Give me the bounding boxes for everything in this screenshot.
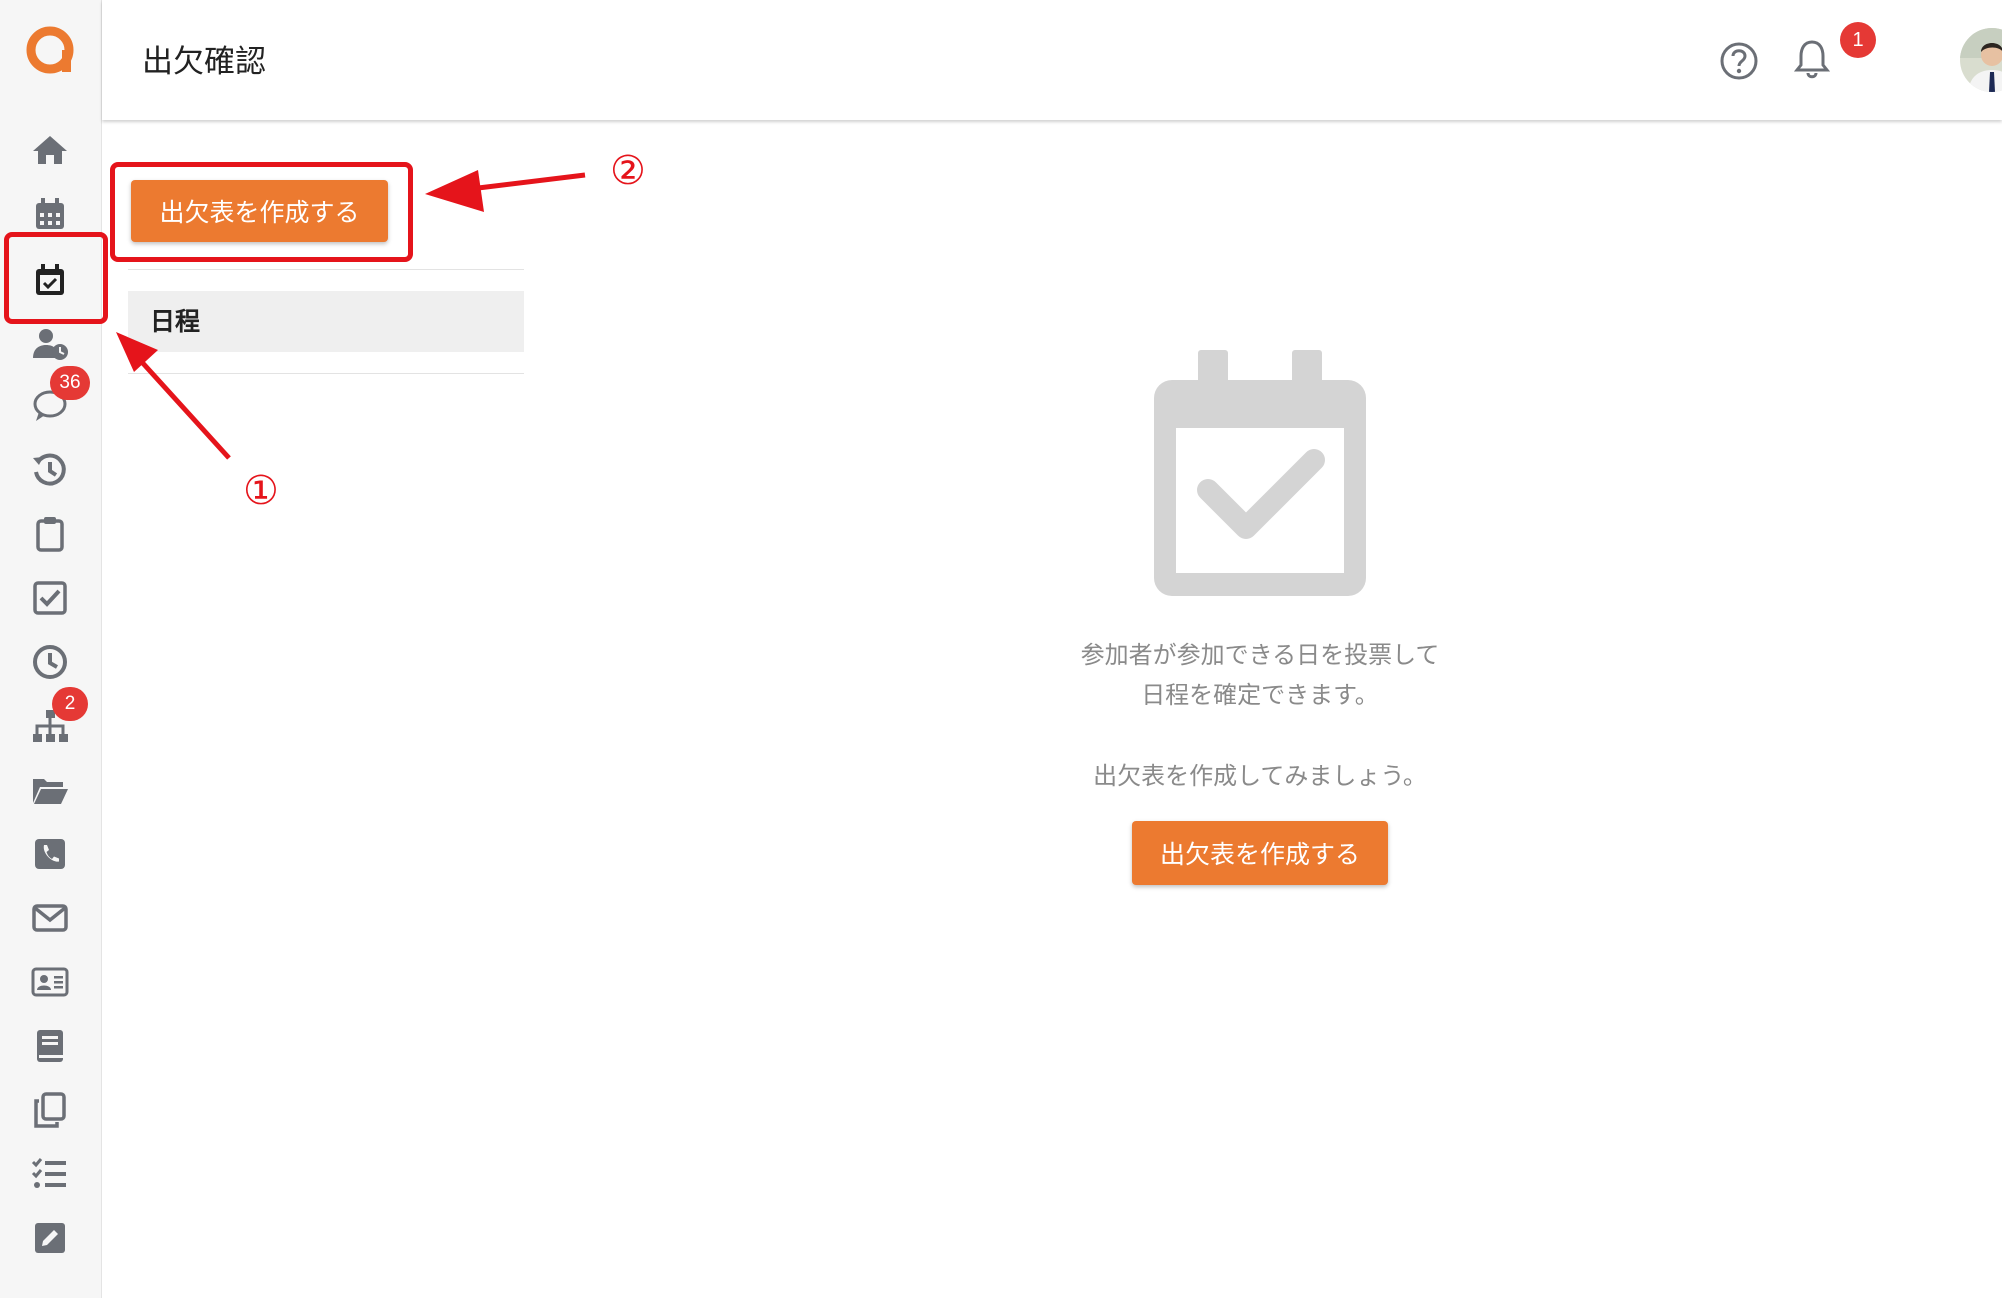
empty-description-line1: 参加者が参加できる日を投票して — [1080, 641, 1440, 669]
empty-prompt: 出欠表を作成してみましょう。 — [1093, 762, 1427, 790]
top-header: 出欠確認 1 — [102, 0, 2002, 120]
divider — [128, 269, 524, 270]
task-list-icon[interactable] — [20, 1146, 80, 1202]
divider — [128, 373, 524, 374]
mail-icon[interactable] — [20, 890, 80, 946]
create-attendance-button-main[interactable]: 出欠表を作成する — [1132, 821, 1388, 885]
empty-description-line2: 日程を確定できます。 — [1141, 681, 1379, 709]
bell-icon[interactable] — [1794, 38, 1830, 80]
user-avatar[interactable] — [1960, 28, 2002, 92]
app-logo[interactable] — [22, 22, 78, 78]
edit-icon[interactable] — [20, 1210, 80, 1266]
folder-open-icon[interactable] — [20, 762, 80, 818]
checkbox-icon[interactable] — [20, 570, 80, 626]
annotation-step-1: ① — [243, 468, 279, 514]
clock-icon[interactable] — [20, 634, 80, 690]
chat-unread-badge: 36 — [50, 366, 90, 400]
user-clock-icon[interactable] — [20, 316, 80, 372]
schedule-list-header: 日程 — [128, 291, 524, 352]
history-icon[interactable] — [20, 442, 80, 498]
help-icon[interactable] — [1718, 40, 1760, 82]
clipboard-icon[interactable] — [20, 506, 80, 562]
contact-card-icon[interactable] — [20, 954, 80, 1010]
copy-icon[interactable] — [20, 1082, 80, 1138]
annotation-highlight-sidebar — [4, 232, 108, 324]
home-icon[interactable] — [20, 122, 80, 178]
calendar-check-icon — [1154, 350, 1366, 596]
org-chart-badge: 2 — [52, 687, 88, 721]
sidebar: 36 2 — [0, 0, 102, 1298]
phone-icon[interactable] — [20, 826, 80, 882]
book-icon[interactable] — [20, 1018, 80, 1074]
annotation-step-2: ② — [610, 148, 646, 194]
help-badge: 1 — [1840, 22, 1876, 58]
annotation-highlight-button — [110, 162, 413, 262]
page-title: 出欠確認 — [142, 44, 266, 80]
